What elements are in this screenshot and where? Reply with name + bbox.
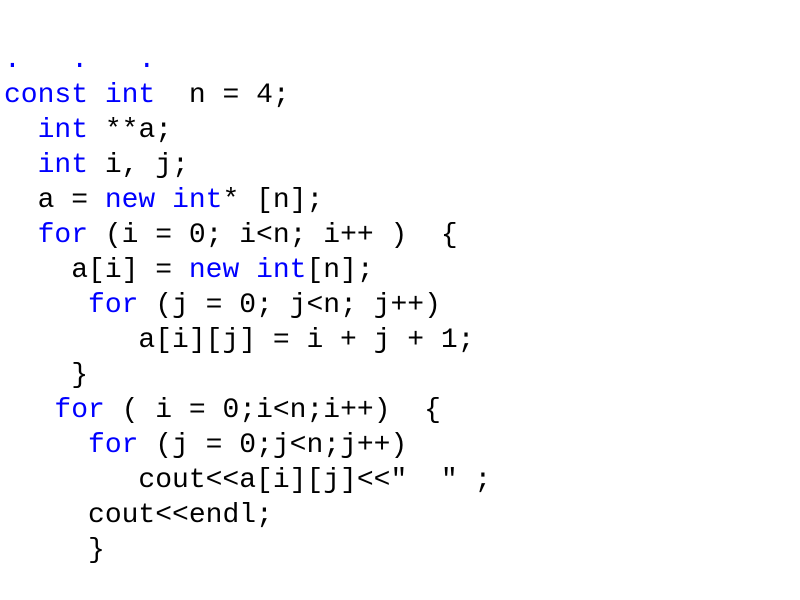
code-text: (j = 0;j<n;j++)	[138, 430, 407, 461]
code-text: cout<<endl;	[88, 500, 273, 531]
code-block: . . . const int n = 4; int **a; int i, j…	[0, 0, 800, 572]
code-text: **a;	[88, 115, 172, 146]
ellipsis-dots: . . .	[4, 45, 155, 76]
code-text: a[i][j] = i + j + 1;	[138, 325, 474, 356]
indent	[4, 255, 71, 286]
kw-int: int	[256, 255, 306, 286]
kw-for: for	[88, 430, 138, 461]
code-text: (j = 0; j<n; j++)	[138, 290, 440, 321]
code-text: i, j;	[88, 150, 189, 181]
indent	[4, 185, 38, 216]
indent	[4, 290, 88, 321]
code-text: [n];	[307, 255, 374, 286]
indent	[4, 500, 88, 531]
code-text: cout<<a[i][j]<<" " ;	[138, 465, 491, 496]
kw-int: int	[105, 80, 155, 111]
kw-int: int	[38, 150, 88, 181]
code-text: (i = 0; i<n; i++ ) {	[88, 220, 458, 251]
code-text: }	[71, 360, 88, 391]
code-text: a[i] =	[71, 255, 189, 286]
indent	[4, 150, 38, 181]
code-text: * [n];	[222, 185, 323, 216]
indent	[4, 465, 138, 496]
kw-for: for	[54, 395, 104, 426]
kw-new: new	[189, 255, 239, 286]
indent	[4, 325, 138, 356]
indent	[4, 395, 54, 426]
kw-for: for	[38, 220, 88, 251]
kw-for: for	[88, 290, 138, 321]
indent	[4, 535, 88, 566]
code-text: n = 4;	[155, 80, 289, 111]
code-text: }	[88, 535, 105, 566]
indent	[4, 220, 38, 251]
indent	[4, 115, 38, 146]
kw-new: new	[105, 185, 155, 216]
kw-const: const	[4, 80, 88, 111]
indent	[4, 360, 71, 391]
kw-int: int	[172, 185, 222, 216]
code-text: ( i = 0;i<n;i++) {	[105, 395, 441, 426]
kw-int: int	[38, 115, 88, 146]
indent	[4, 430, 88, 461]
code-text: a =	[38, 185, 105, 216]
